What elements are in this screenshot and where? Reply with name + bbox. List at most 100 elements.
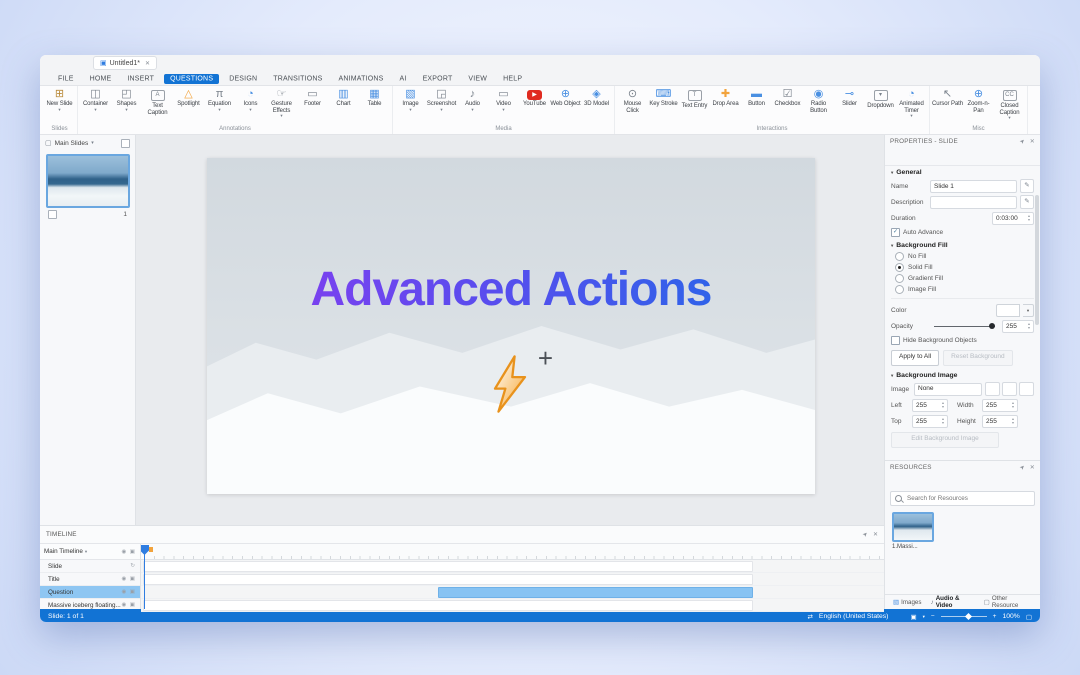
ribbon-tool[interactable]: ✚ Drop Area [710,87,741,125]
ribbon-tool[interactable]: ▬ Button [741,87,772,125]
left-stepper[interactable]: 255 [912,399,948,412]
menu-tab[interactable]: AI [392,74,415,83]
zoom-out-icon[interactable]: − [931,613,935,620]
ribbon-tool[interactable]: ▶ YouTube [519,87,550,125]
ribbon-tool[interactable]: ☞ Gesture Effects ▾ [266,87,297,125]
fit-view-icon[interactable]: ▣ [910,613,916,621]
hide-background-objects-checkbox[interactable] [891,336,900,345]
ribbon-tool[interactable]: ⊙ Mouse Click [617,87,648,125]
zoom-slider[interactable] [941,616,987,617]
ribbon-tool[interactable]: π Equation ▾ [204,87,235,125]
stepper-arrows[interactable] [1025,322,1033,330]
ribbon-tool[interactable]: ◫ Container ▾ [80,87,111,125]
zoom-slider-thumb[interactable] [965,613,972,620]
edit-icon[interactable]: ✎ [1020,195,1034,209]
lightning-bolt-icon[interactable]: + [487,354,547,416]
ribbon-tool[interactable]: ◔ Animated Timer ▾ [896,87,927,125]
opacity-slider[interactable] [934,326,995,327]
image-action-button[interactable] [985,382,1000,396]
radio-icon[interactable] [895,285,904,294]
image-action-button[interactable] [1019,382,1034,396]
resources-tab[interactable]: ♪ Audio & Video [926,595,978,609]
slide-description-input[interactable] [930,196,1017,209]
title-duration-bar[interactable] [143,574,753,585]
stepper-arrows[interactable] [939,417,947,425]
close-icon[interactable]: ✕ [1030,464,1035,471]
ribbon-tool[interactable]: ⌨ Key Stroke [648,87,679,125]
opacity-slider-thumb[interactable] [989,323,995,329]
question-duration-bar[interactable] [438,587,753,598]
properties-scrollbar[interactable] [1035,195,1039,325]
ribbon-tool[interactable]: ◲ Screenshot ▾ [426,87,457,125]
menu-tab[interactable]: HOME [82,74,120,83]
ribbon-tool[interactable]: CC Closed Caption ▾ [994,87,1025,125]
ribbon-tool[interactable]: ▭ Video ▾ [488,87,519,125]
timeline-track-label[interactable]: Question ◉ ▣ [40,586,140,599]
close-document-icon[interactable]: ✕ [145,60,150,67]
timeline-track-label[interactable]: Title ◉ ▣ [40,573,140,586]
ribbon-tool[interactable]: ☑ Checkbox [772,87,803,125]
section-background-image[interactable]: ▾ Background Image [885,369,1040,381]
language-icon[interactable]: ⇄ [807,613,812,621]
timeline-selector[interactable]: Main Timeline ▾ ◉ ▣ [40,544,140,560]
ribbon-tool[interactable]: ↖ Cursor Path [932,87,963,125]
fill-option[interactable]: Image Fill [885,284,1040,295]
background-image-value[interactable]: None [914,383,982,396]
slide-canvas[interactable]: Advanced Actions [207,158,815,494]
menu-tab[interactable]: HELP [495,74,530,83]
menu-tab[interactable]: INSERT [119,74,162,83]
duration-stepper[interactable]: 0:03:00 [992,212,1034,225]
opacity-stepper[interactable]: 255 [1002,320,1034,333]
radio-icon[interactable] [895,252,904,261]
ribbon-tool[interactable]: ▭ Footer [297,87,328,125]
ribbon-tool[interactable]: △ Spotlight [173,87,204,125]
search-input[interactable] [905,494,1030,503]
chevron-down-icon[interactable]: ▾ [91,140,94,146]
slide-title-text[interactable]: Advanced Actions [207,262,815,317]
track-icons[interactable]: ◉ ▣ [121,589,136,595]
radio-icon[interactable] [895,274,904,283]
document-tab[interactable]: ▣ Untitled1* ✕ [93,56,157,70]
ribbon-tool[interactable]: ▧ Image ▾ [395,87,426,125]
chevron-down-icon[interactable]: ▾ [923,614,925,620]
ribbon-tool[interactable]: ▦ Table [359,87,390,125]
pin-icon[interactable]: ➤ [861,530,870,539]
apply-to-all-button[interactable]: Apply to All [891,350,939,366]
stepper-arrows[interactable] [1009,417,1017,425]
ribbon-tool[interactable]: ▾ Dropdown [865,87,896,125]
ribbon-tool[interactable]: T Text Entry [679,87,710,125]
slide-thumbnail[interactable] [46,154,130,208]
resource-item[interactable]: 1.Massi... [892,512,932,550]
ribbon-tool[interactable]: ⊕ Zoom-n-Pan [963,87,994,125]
fill-option[interactable]: Gradient Fill [885,273,1040,284]
ribbon-tool[interactable]: ◔ Icons ▾ [235,87,266,125]
menu-tab[interactable]: VIEW [460,74,495,83]
properties-tab-icon[interactable] [893,150,908,163]
stepper-arrows[interactable] [1025,214,1033,222]
resources-search[interactable] [890,491,1035,506]
track-icons[interactable]: ↻ [130,563,136,569]
language-status[interactable]: English (United States) [819,613,889,620]
ribbon-tool[interactable]: ⊸ Slider [834,87,865,125]
select-all-checkbox[interactable] [121,139,130,148]
width-stepper[interactable]: 255 [982,399,1018,412]
slide-duration-bar[interactable] [143,561,753,572]
slides-panel-title[interactable]: Main Slides [55,140,89,147]
fill-option[interactable]: Solid Fill [885,262,1040,273]
height-stepper[interactable]: 255 [982,415,1018,428]
menu-tab[interactable]: DESIGN [221,74,265,83]
menu-tab[interactable]: FILE [50,74,82,83]
zoom-in-icon[interactable]: + [993,613,997,620]
fullscreen-icon[interactable]: ▢ [1026,613,1032,621]
ribbon-tool[interactable]: ⊕ Web Object [550,87,581,125]
ribbon-tool[interactable]: ▥ Chart [328,87,359,125]
menu-tab[interactable]: QUESTIONS [162,74,221,83]
ribbon-tool[interactable]: ◈ 3D Model [581,87,612,125]
timeline-ruler[interactable] [141,544,884,560]
color-swatch[interactable] [996,304,1020,317]
menu-tab[interactable]: EXPORT [415,74,461,83]
slide-checkbox[interactable] [48,210,57,219]
close-icon[interactable]: ✕ [1030,138,1035,145]
radio-icon[interactable] [895,263,904,272]
section-general[interactable]: ▾ General [885,166,1040,178]
